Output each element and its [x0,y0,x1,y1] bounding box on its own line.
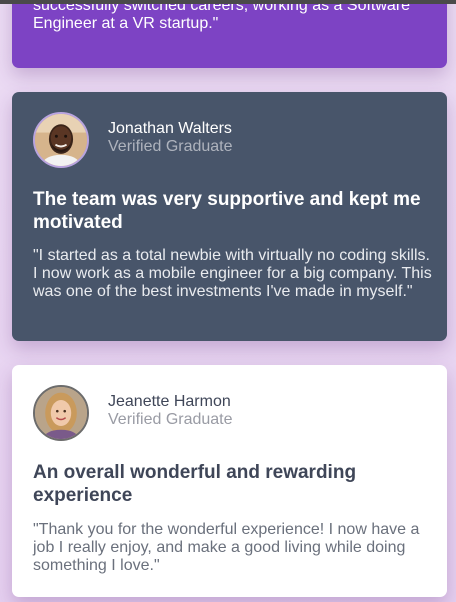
man-avatar-icon [33,112,89,168]
reviewer-name: Jeanette Harmon [108,393,231,410]
testimonial-card-jeanette: Jeanette Harmon Verified Graduate An ove… [12,365,447,597]
woman-avatar-icon [33,385,89,441]
testimonial-headline: The team was very supportive and kept me… [33,189,421,233]
window-top-edge [0,0,456,4]
testimonial-quote: "Thank you for the wonderful experience!… [33,521,420,574]
testimonial-headline: An overall wonderful and rewarding exper… [33,462,357,506]
woman-avatar-image [35,387,87,439]
testimonial-quote: "I started as a total newbie with virtua… [33,247,432,300]
reviewer-name: Jonathan Walters [108,120,232,137]
reviewer-role: Verified Graduate [108,138,233,155]
reviewer-role: Verified Graduate [108,411,233,428]
testimonial-card-jonathan: Jonathan Walters Verified Graduate The t… [12,92,447,341]
testimonial-quote: time of my life. Since completing the co… [33,0,411,32]
man-avatar-image [35,114,87,166]
testimonial-card-1: time of my life. Since completing the co… [12,0,447,68]
